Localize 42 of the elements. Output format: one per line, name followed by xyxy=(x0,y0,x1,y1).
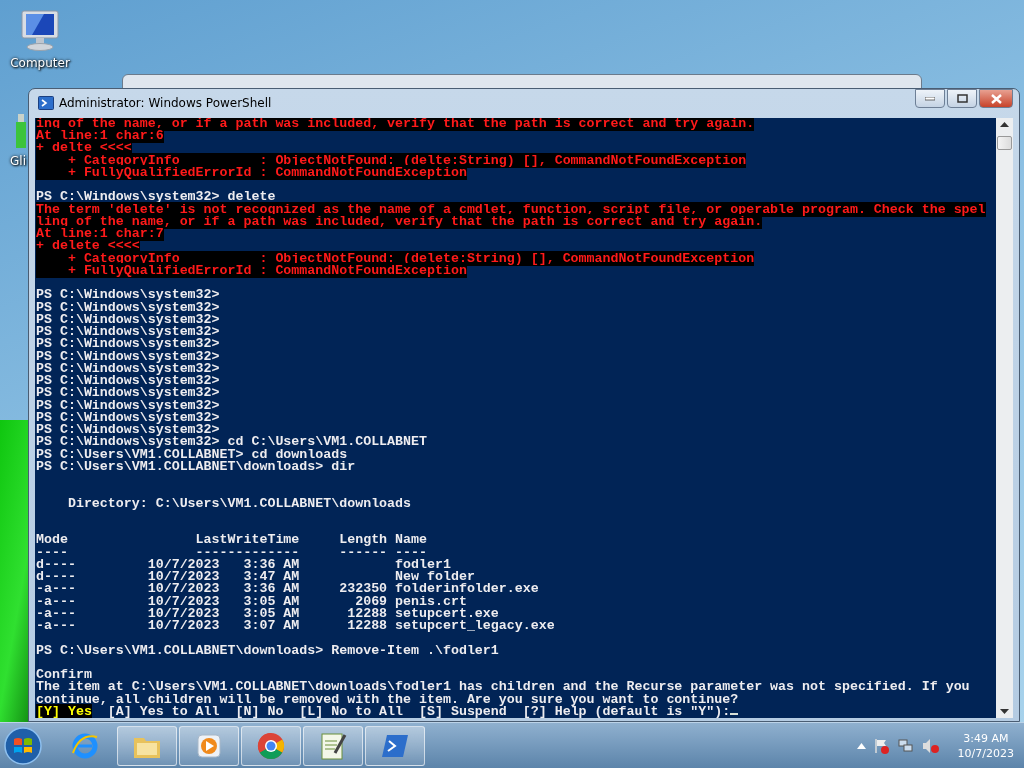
scroll-up-icon[interactable] xyxy=(1000,121,1009,127)
desktop-icon-label[interactable]: Computer xyxy=(10,56,70,70)
start-button[interactable] xyxy=(3,725,43,766)
maximize-button[interactable] xyxy=(947,89,977,108)
taskbar-button[interactable] xyxy=(241,725,301,766)
minimize-icon xyxy=(925,96,935,101)
console-line: d---- 10/7/2023 3:36 AM fodler1 xyxy=(36,556,451,572)
taskbar-button[interactable] xyxy=(303,725,363,766)
text-cursor xyxy=(730,712,739,715)
flag-icon[interactable] xyxy=(873,737,890,754)
console-line: PS C:\Windows\system32> xyxy=(36,287,220,303)
scroll-thumb[interactable] xyxy=(997,135,1012,150)
console-line: Directory: C:\Users\VM1.COLLABNET\downloads xyxy=(66,495,412,511)
minimize-button[interactable] xyxy=(915,89,945,108)
powershell-icon xyxy=(381,732,409,759)
computer-icon[interactable] xyxy=(18,8,62,52)
show-hidden-icons-icon[interactable] xyxy=(856,742,866,749)
console-line: PS C:\Users\VM1.COLLABNET\downloads> Remove-Item .\fodler1 xyxy=(36,642,499,658)
console-line: Confirm xyxy=(36,667,92,682)
scroll-down-icon[interactable] xyxy=(1000,709,1009,714)
muted-speaker-icon[interactable] xyxy=(921,737,940,754)
notepad-icon xyxy=(319,730,347,761)
clock-time[interactable]: 3:49 AM xyxy=(963,730,1009,746)
taskbar-button[interactable] xyxy=(365,725,425,766)
desktop-icon-label[interactable]: Gli xyxy=(10,154,26,168)
browser-icon xyxy=(256,730,286,761)
default-choice: [Y] Yes xyxy=(36,703,92,718)
close-button[interactable] xyxy=(979,89,1013,108)
console-line: The item at C:\Users\VM1.COLLABNET\downloads\fodler1 has children and the Recurse parameter was not specified. If you xyxy=(36,679,970,695)
console-line: PS C:\Users\VM1.COLLABNET\downloads> dir xyxy=(36,458,356,474)
play-icon xyxy=(195,731,223,760)
window-title: Administrator: Windows PowerShell xyxy=(59,96,272,111)
close-icon xyxy=(990,93,1002,104)
taskbar-button[interactable] xyxy=(179,725,239,766)
console-line: Mode LastWriteTime Length Name xyxy=(36,532,427,548)
scrollbar[interactable] xyxy=(996,117,1013,718)
powershell-icon xyxy=(38,95,54,112)
clock-date[interactable]: 10/7/2023 xyxy=(957,745,1014,761)
network-icon[interactable] xyxy=(897,737,914,754)
maximize-icon xyxy=(956,94,968,103)
taskbar-button[interactable] xyxy=(117,725,177,766)
console-line: d---- 10/7/2023 3:47 AM New folder xyxy=(36,569,475,584)
